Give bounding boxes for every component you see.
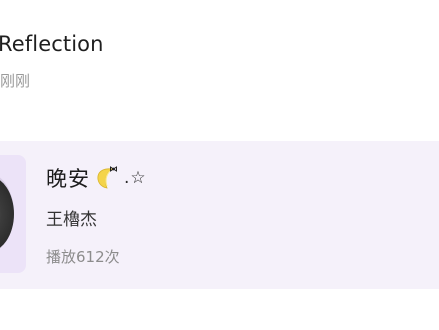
song-title[interactable]: 晚安 .☆: [46, 163, 147, 193]
song-title-text: 晚安: [46, 167, 90, 191]
artist-name[interactable]: 王櫓杰: [46, 205, 97, 230]
play-count: 播放612次: [46, 248, 120, 266]
post-timestamp: 刚刚: [0, 72, 31, 90]
crescent-moon-icon: [92, 164, 120, 192]
post-detail: Reflection 刚刚 晚安 .☆ 王櫓杰 播放612次: [0, 0, 439, 330]
post-title: Reflection: [0, 32, 104, 56]
title-decoration: .☆: [124, 168, 147, 188]
